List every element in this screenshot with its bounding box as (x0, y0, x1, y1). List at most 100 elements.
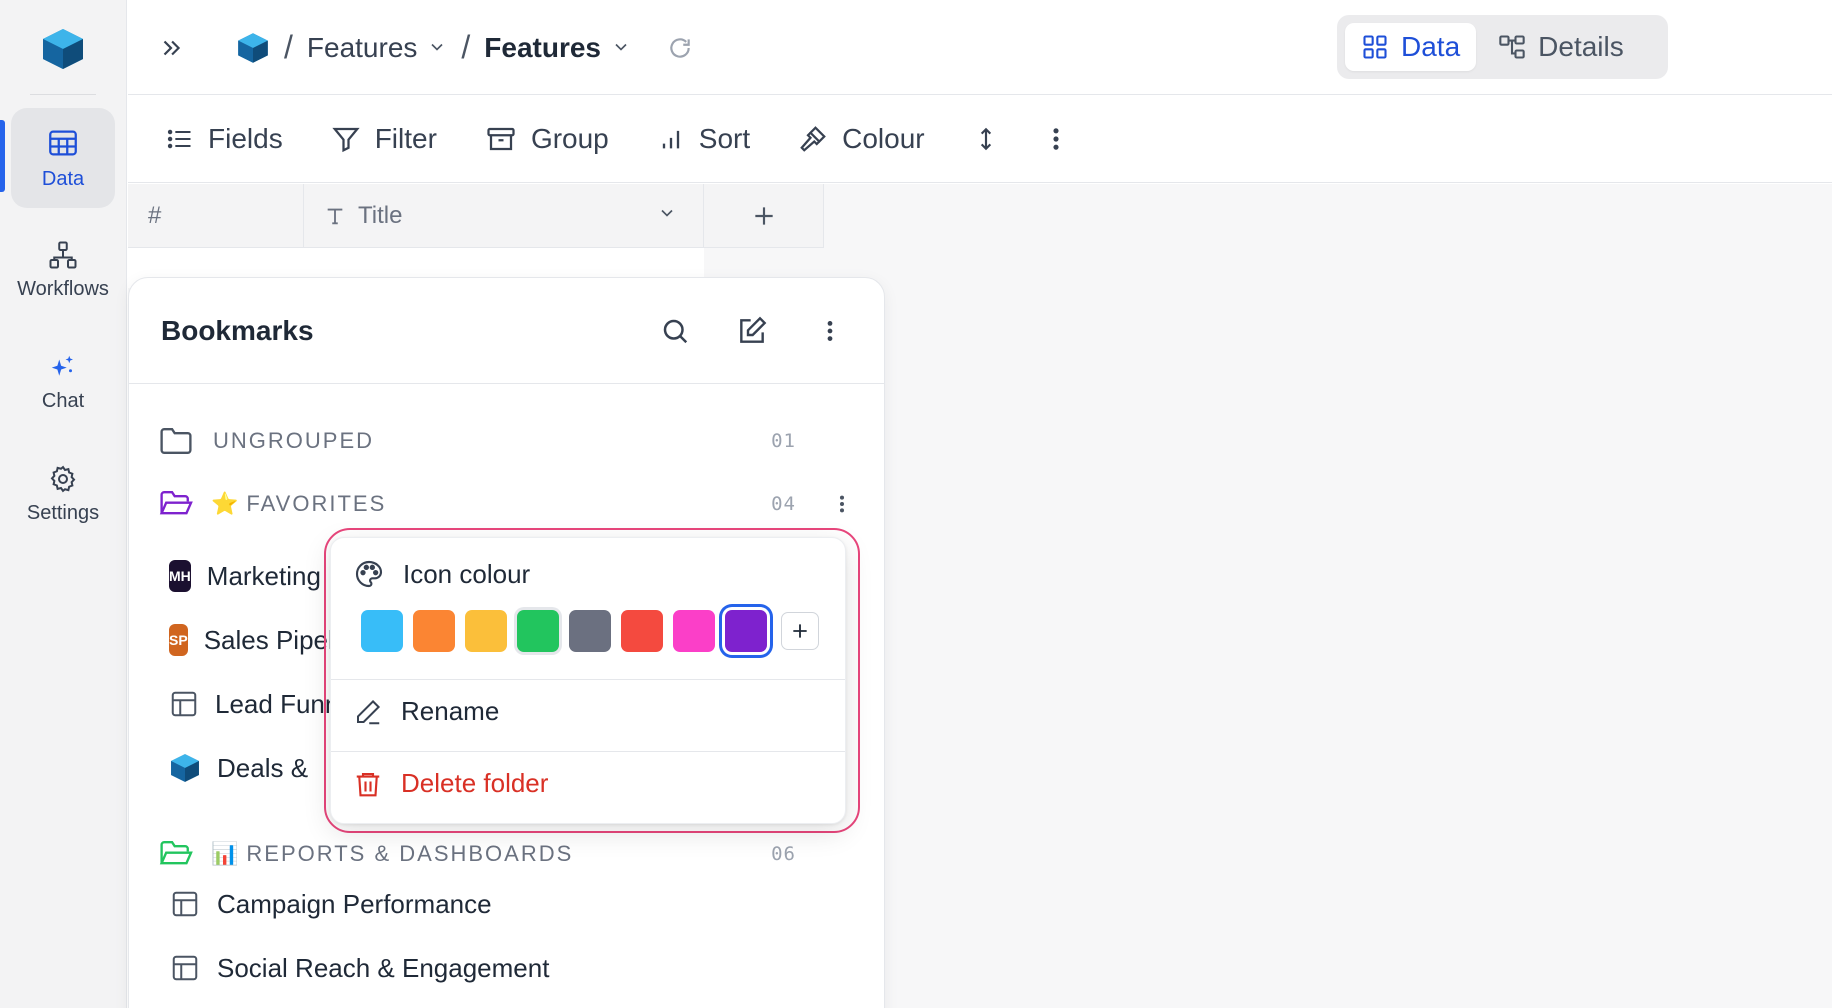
group-label: Group (530, 123, 609, 154)
chevron-down-icon[interactable] (657, 202, 677, 230)
rail-item-label: Settings (26, 501, 100, 524)
list-item-label: Social Reach & Engagement (217, 952, 550, 983)
list-item-label: Deals & (217, 752, 309, 783)
add-custom-colour-button[interactable] (781, 612, 819, 650)
table-icon (169, 953, 201, 983)
column-header-title[interactable]: Title (304, 184, 704, 248)
delete-folder-label: Delete folder (401, 768, 549, 798)
grid-icon (1363, 35, 1387, 59)
archive-icon (487, 127, 515, 151)
row-height-button[interactable] (973, 125, 999, 153)
search-icon[interactable] (660, 316, 690, 346)
column-header-label: # (148, 201, 162, 229)
sort-button[interactable]: Sort (657, 123, 750, 155)
list-item-label: Campaign Performance (217, 888, 492, 919)
rename-menu-item[interactable]: Rename (353, 696, 499, 727)
column-header-number: # (128, 184, 304, 248)
list-item[interactable]: Deals & (169, 748, 354, 788)
swatch-red[interactable] (621, 610, 663, 652)
chevron-down-icon[interactable] (427, 32, 447, 64)
breadcrumb-separator: / (461, 29, 471, 65)
vertical-arrows-icon (980, 127, 991, 151)
rail-item-settings[interactable]: Settings (11, 444, 115, 544)
colour-button[interactable]: Colour (798, 123, 925, 155)
edit-icon[interactable] (736, 315, 768, 347)
add-column-button[interactable] (704, 184, 824, 248)
column-header-label: Title (358, 201, 403, 229)
data-view-label: Data (1401, 31, 1461, 62)
bookmarks-header: Bookmarks (129, 278, 884, 384)
list-icon (167, 129, 191, 149)
more-vertical-icon[interactable] (838, 493, 846, 515)
plus-icon (754, 206, 773, 225)
group-count: 04 (771, 493, 796, 515)
table-icon (169, 689, 199, 719)
data-view-button[interactable]: Data (1345, 23, 1477, 71)
refresh-icon[interactable] (667, 35, 693, 61)
group-ungrouped[interactable]: UNGROUPED 01 (159, 421, 854, 461)
view-toolbar: Fields Filter Group Sort Colour (128, 96, 1832, 183)
table-icon (169, 889, 201, 919)
cube-icon (169, 752, 201, 784)
swatch-green[interactable] (517, 610, 559, 652)
workspace-logo-icon[interactable] (236, 31, 270, 65)
swatch-yellow[interactable] (465, 610, 507, 652)
list-item[interactable]: Lead Funnel (169, 684, 354, 724)
swatch-purple-selected[interactable] (725, 610, 767, 652)
colour-label: Colour (842, 123, 925, 154)
details-view-button[interactable]: Details (1482, 23, 1640, 71)
chevron-down-icon[interactable] (611, 32, 631, 64)
folder-icon (159, 426, 193, 456)
list-item[interactable]: Social Reach & Engagement (169, 948, 549, 988)
swatch-blue[interactable] (361, 610, 403, 652)
rail-item-data[interactable]: Data (11, 108, 115, 208)
avatar: MH (169, 560, 191, 592)
colour-swatches (361, 610, 819, 652)
menu-divider (331, 679, 845, 680)
filter-button[interactable]: Filter (331, 123, 437, 155)
filter-label: Filter (374, 123, 437, 154)
swatch-pink[interactable] (673, 610, 715, 652)
more-vertical-icon (1053, 128, 1059, 150)
group-count: 01 (771, 430, 796, 452)
group-label: FAVORITES (246, 491, 387, 516)
rail-item-workflows[interactable]: Workflows (11, 220, 115, 320)
rail-item-label: Chat (41, 389, 85, 412)
breadcrumb-item-base[interactable]: Features (307, 32, 418, 64)
swatch-orange[interactable] (413, 610, 455, 652)
folder-open-icon (159, 839, 193, 869)
swatch-gray[interactable] (569, 610, 611, 652)
view-toggle: Data Details (1337, 15, 1668, 79)
breadcrumb-separator: / (284, 29, 293, 65)
text-type-icon (327, 208, 343, 224)
group-favorites[interactable]: ⭐ FAVORITES 04 (159, 484, 854, 524)
pencil-icon (357, 699, 381, 724)
folder-open-icon (159, 489, 193, 519)
group-label: UNGROUPED (213, 428, 375, 453)
group-count: 06 (771, 843, 796, 865)
rail-item-label: Workflows (17, 277, 109, 300)
plus-icon (793, 624, 807, 638)
list-item[interactable]: Campaign Performance (169, 884, 492, 924)
table-icon (49, 130, 77, 155)
more-options-button[interactable] (1051, 125, 1061, 153)
palette-icon (355, 560, 383, 588)
rail-item-label: Data (41, 167, 85, 190)
app-logo-icon[interactable] (40, 26, 86, 77)
expand-sidebar-icon[interactable] (158, 35, 184, 61)
delete-folder-menu-item[interactable]: Delete folder (353, 768, 548, 799)
fields-button[interactable]: Fields (166, 123, 283, 155)
group-reports[interactable]: 📊 REPORTS & DASHBOARDS 06 (159, 834, 854, 874)
list-item[interactable]: MH Marketing Hub (169, 556, 354, 596)
list-item[interactable]: SP Sales Pipeline (169, 620, 354, 660)
avatar: SP (169, 624, 188, 656)
rail-divider (30, 94, 96, 95)
menu-divider (331, 751, 845, 752)
breadcrumb-item-table[interactable]: Features (484, 32, 601, 64)
group-button[interactable]: Group (485, 123, 609, 155)
rename-label: Rename (401, 696, 500, 726)
group-label: REPORTS & DASHBOARDS (246, 841, 574, 866)
hierarchy-icon (1499, 35, 1525, 59)
more-vertical-icon[interactable] (826, 318, 834, 344)
rail-item-chat[interactable]: Chat (11, 332, 115, 432)
